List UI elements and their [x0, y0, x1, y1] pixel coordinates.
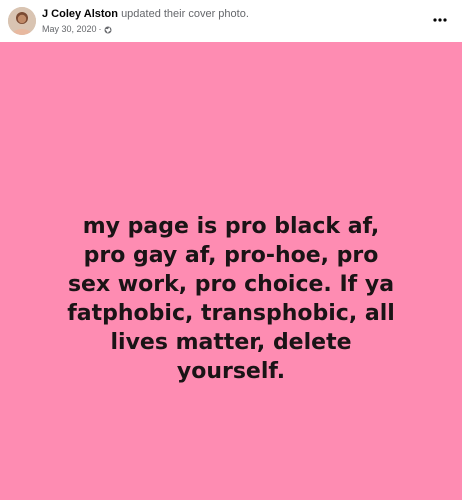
more-horizontal-icon: [433, 18, 447, 22]
post-date-link[interactable]: May 30, 2020: [42, 23, 97, 35]
meta-separator: ·: [98, 24, 102, 34]
cover-text-line: sex work, pro choice. If ya: [67, 272, 395, 297]
facebook-post: J Coley Alston updated their cover photo…: [0, 0, 462, 500]
author-name-link[interactable]: J Coley Alston: [42, 8, 118, 20]
more-options-button[interactable]: [428, 10, 452, 30]
cover-text-line: fatphobic, transphobic, all: [67, 301, 395, 326]
cover-text-line: my page is pro black af,: [82, 214, 380, 239]
globe-icon: [104, 25, 112, 34]
cover-text-line: pro gay af, pro-hoe, pro: [83, 243, 379, 268]
cover-text-line: lives matter, delete: [110, 330, 352, 355]
author-line: J Coley Alston updated their cover photo…: [42, 7, 249, 21]
post-header: J Coley Alston updated their cover photo…: [0, 0, 462, 40]
cover-photo-text: my page is pro black af, pro gay af, pro…: [20, 212, 442, 386]
post-action-text: updated their cover photo.: [121, 8, 249, 20]
cover-photo[interactable]: my page is pro black af, pro gay af, pro…: [0, 42, 462, 500]
author-avatar[interactable]: [8, 7, 36, 35]
post-meta: May 30, 2020 ·: [42, 23, 112, 35]
avatar-image: [8, 7, 36, 35]
cover-text-line: yourself.: [176, 359, 286, 384]
